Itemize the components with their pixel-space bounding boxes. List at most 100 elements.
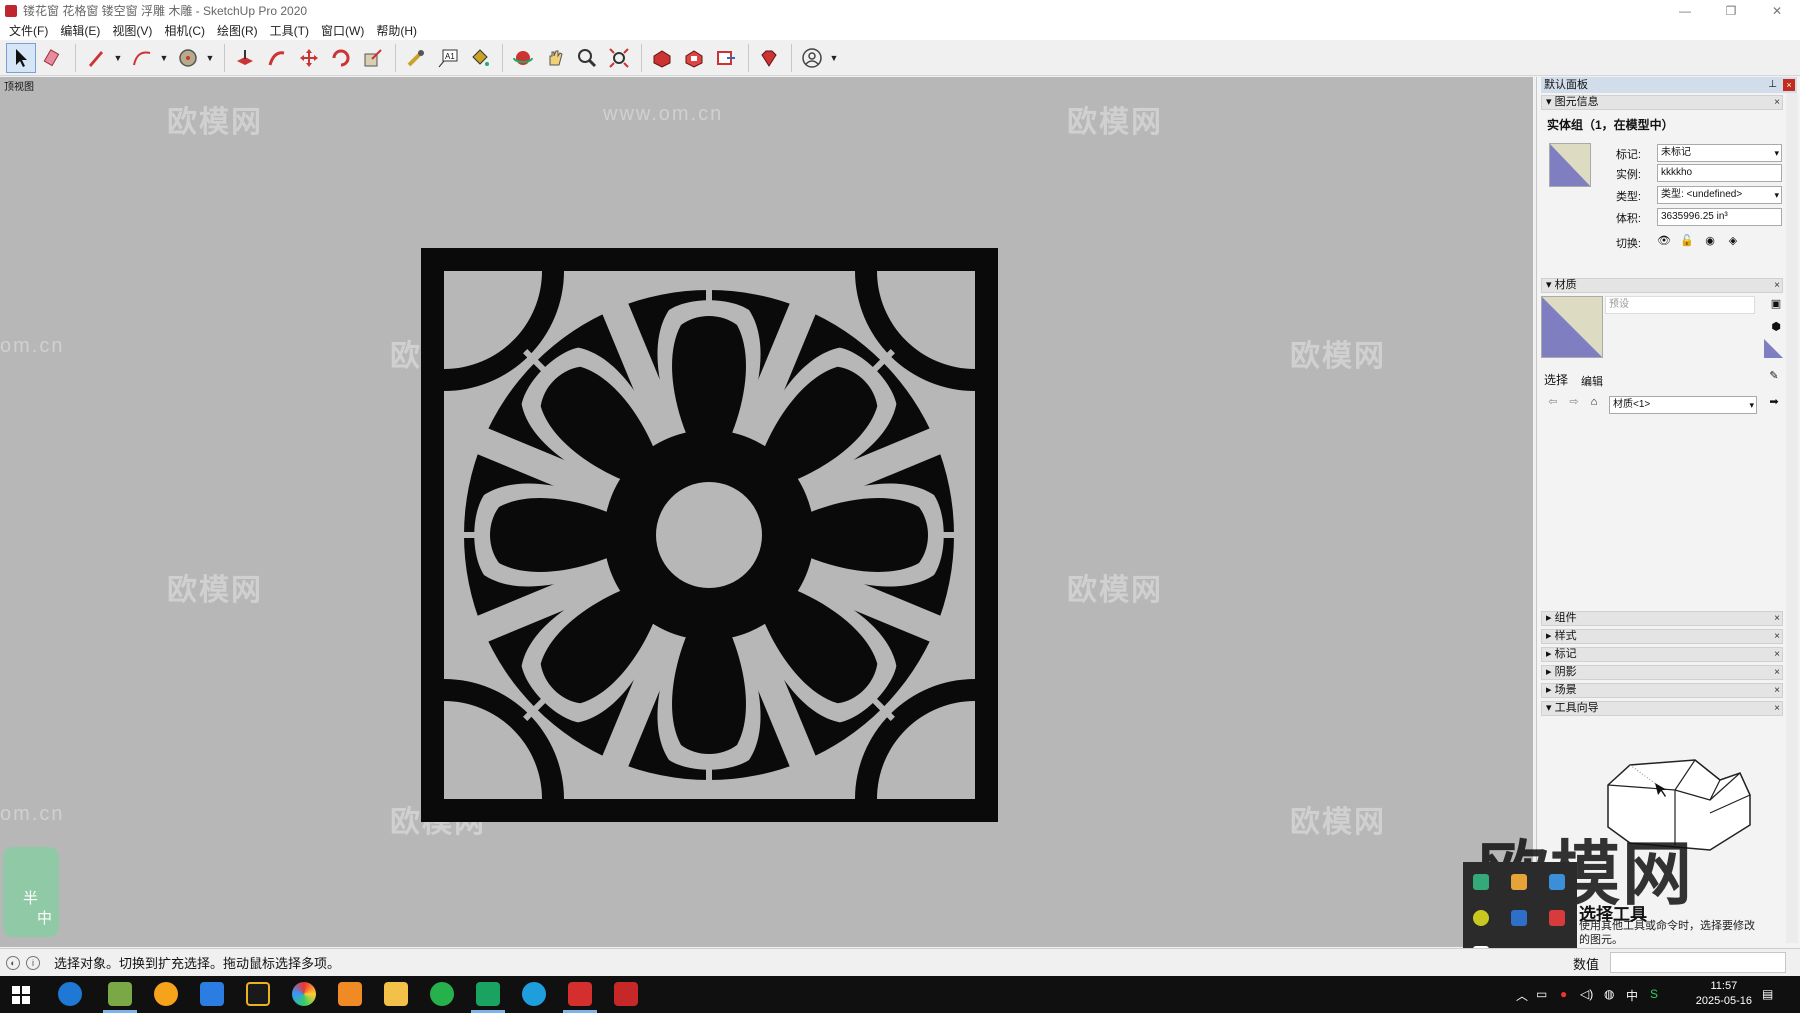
back-arrow-icon[interactable]: ⇦ xyxy=(1546,395,1560,409)
internet-explorer-icon[interactable] xyxy=(58,982,82,1006)
model-viewport[interactable]: 顶视图 欧模网 www.om.cn 欧模网 om.cn 欧模网 www.om.c… xyxy=(0,77,1533,947)
tray-close-button[interactable]: × xyxy=(1783,79,1795,91)
rotate-tool-button[interactable] xyxy=(326,43,356,73)
arc-tool-dropdown[interactable]: ▼ xyxy=(159,43,169,73)
send-to-layout-button[interactable] xyxy=(711,43,741,73)
ime-floating-badge[interactable]: 半 中 xyxy=(3,847,59,937)
system-clock[interactable]: 11:57 2025-05-16 xyxy=(1696,979,1752,1009)
network-icon[interactable]: ▭ xyxy=(1536,987,1547,1001)
notification-center-icon[interactable]: ▤ xyxy=(1762,987,1773,1001)
menu-view[interactable]: 视图(V) xyxy=(106,22,158,39)
sample-paint-icon[interactable]: ⬢ xyxy=(1769,320,1783,334)
paint-bucket-tool-button[interactable] xyxy=(465,43,495,73)
section-close-icon[interactable]: × xyxy=(1774,666,1780,679)
file-explorer-icon[interactable] xyxy=(384,982,408,1006)
menu-window[interactable]: 窗口(W) xyxy=(315,22,370,39)
3ds-app-icon[interactable] xyxy=(476,982,500,1006)
close-button[interactable]: ✕ xyxy=(1754,0,1800,21)
wechat-tray-icon[interactable]: ◍ xyxy=(1604,987,1614,1001)
visibility-eye-icon[interactable]: 👁 xyxy=(1657,234,1671,248)
lock-icon[interactable]: 🔓 xyxy=(1680,234,1694,248)
section-close-icon[interactable]: × xyxy=(1774,648,1780,661)
tray-app-icon[interactable] xyxy=(1473,874,1489,890)
shape-tool-button[interactable] xyxy=(173,43,203,73)
push-pull-tool-button[interactable] xyxy=(230,43,260,73)
tray-app-icon[interactable] xyxy=(1511,910,1527,926)
current-material-swatch[interactable] xyxy=(1541,296,1603,358)
media-player-icon[interactable] xyxy=(154,982,178,1006)
measurements-input[interactable] xyxy=(1610,952,1786,973)
eraser-tool-button[interactable] xyxy=(38,43,68,73)
section-close-icon[interactable]: × xyxy=(1774,96,1780,109)
account-button[interactable] xyxy=(797,43,827,73)
cast-shadows-icon[interactable]: ◈ xyxy=(1726,234,1740,248)
menu-edit[interactable]: 编辑(E) xyxy=(54,22,106,39)
autocad-icon[interactable] xyxy=(614,982,638,1006)
wechat-icon[interactable] xyxy=(430,982,454,1006)
materials-header[interactable]: ▾ 材质 × xyxy=(1541,278,1783,293)
material-library-select[interactable]: 材质<1> ▾ xyxy=(1609,396,1757,414)
tray-scrollbar[interactable] xyxy=(1786,93,1798,943)
scale-tool-button[interactable] xyxy=(358,43,388,73)
antivirus-icon[interactable]: ● xyxy=(1560,987,1567,1001)
zoom-tool-button[interactable] xyxy=(572,43,602,73)
video-app-icon[interactable] xyxy=(246,982,270,1006)
menu-help[interactable]: 帮助(H) xyxy=(370,22,423,39)
lattice-window-panel[interactable] xyxy=(421,248,998,822)
utility-app-icon[interactable] xyxy=(338,982,362,1006)
tape-measure-tool-button[interactable] xyxy=(401,43,431,73)
extension-manager-button[interactable] xyxy=(754,43,784,73)
menu-tools[interactable]: 工具(T) xyxy=(264,22,315,39)
show-hidden-icons-chevron[interactable]: ︿ xyxy=(1516,987,1528,1004)
default-material-icon[interactable] xyxy=(1764,339,1783,358)
move-tool-button[interactable] xyxy=(294,43,324,73)
entity-info-header[interactable]: ▾ 图元信息 × xyxy=(1541,95,1783,110)
info-icon[interactable]: i xyxy=(26,955,40,970)
type-select[interactable]: 类型: <undefined> ▾ xyxy=(1657,186,1782,204)
material-name-input[interactable]: 预设 xyxy=(1605,296,1755,314)
tags-header[interactable]: ▸ 标记 × xyxy=(1541,647,1783,662)
extension-warehouse-button[interactable] xyxy=(679,43,709,73)
arc-tool-button[interactable] xyxy=(127,43,157,73)
details-arrow-icon[interactable]: ➡ xyxy=(1767,395,1781,409)
sketchup-taskbar-icon[interactable] xyxy=(568,982,592,1006)
restore-button[interactable]: ❐ xyxy=(1708,0,1754,21)
tray-app-icon[interactable] xyxy=(1549,874,1565,890)
instructor-header[interactable]: ▾ 工具向导 × xyxy=(1541,701,1783,716)
section-close-icon[interactable]: × xyxy=(1774,630,1780,643)
pin-icon[interactable]: ⊥ xyxy=(1768,77,1777,93)
edge-browser-icon[interactable] xyxy=(522,982,546,1006)
follow-me-tool-button[interactable] xyxy=(262,43,292,73)
text-tool-button[interactable]: A1 xyxy=(433,43,463,73)
create-material-icon[interactable]: ▣ xyxy=(1769,297,1783,311)
input-method-icon[interactable]: S xyxy=(1650,987,1658,1001)
eyedropper-icon[interactable]: ✎ xyxy=(1767,369,1781,383)
shape-tool-dropdown[interactable]: ▼ xyxy=(205,43,215,73)
scenes-header[interactable]: ▸ 场景 × xyxy=(1541,683,1783,698)
home-icon[interactable]: ⌂ xyxy=(1587,395,1601,409)
volume-icon[interactable]: ◁) xyxy=(1580,987,1593,1001)
security-shield-icon[interactable] xyxy=(200,982,224,1006)
pan-tool-button[interactable] xyxy=(540,43,570,73)
entity-material-swatch[interactable] xyxy=(1549,143,1591,187)
chrome-browser-icon[interactable] xyxy=(292,982,316,1006)
section-close-icon[interactable]: × xyxy=(1774,279,1780,292)
game-app-icon[interactable] xyxy=(108,982,132,1006)
tag-select[interactable]: 未标记 ▾ xyxy=(1657,144,1782,162)
line-tool-button[interactable] xyxy=(81,43,111,73)
styles-header[interactable]: ▸ 样式 × xyxy=(1541,629,1783,644)
minimize-button[interactable]: — xyxy=(1662,0,1708,21)
shadows-header[interactable]: ▸ 阴影 × xyxy=(1541,665,1783,680)
orbit-tool-button[interactable] xyxy=(508,43,538,73)
warehouse-button[interactable] xyxy=(647,43,677,73)
tray-app-icon[interactable] xyxy=(1511,874,1527,890)
components-header[interactable]: ▸ 组件 × xyxy=(1541,611,1783,626)
instance-name-input[interactable]: kkkkho xyxy=(1657,164,1782,182)
section-close-icon[interactable]: × xyxy=(1774,684,1780,697)
menu-file[interactable]: 文件(F) xyxy=(3,22,54,39)
receive-shadows-icon[interactable]: ◉ xyxy=(1703,234,1717,248)
ime-language-indicator[interactable]: 中 xyxy=(1626,987,1638,1004)
account-dropdown[interactable]: ▼ xyxy=(829,43,839,73)
line-tool-dropdown[interactable]: ▼ xyxy=(113,43,123,73)
menu-camera[interactable]: 相机(C) xyxy=(158,22,211,39)
